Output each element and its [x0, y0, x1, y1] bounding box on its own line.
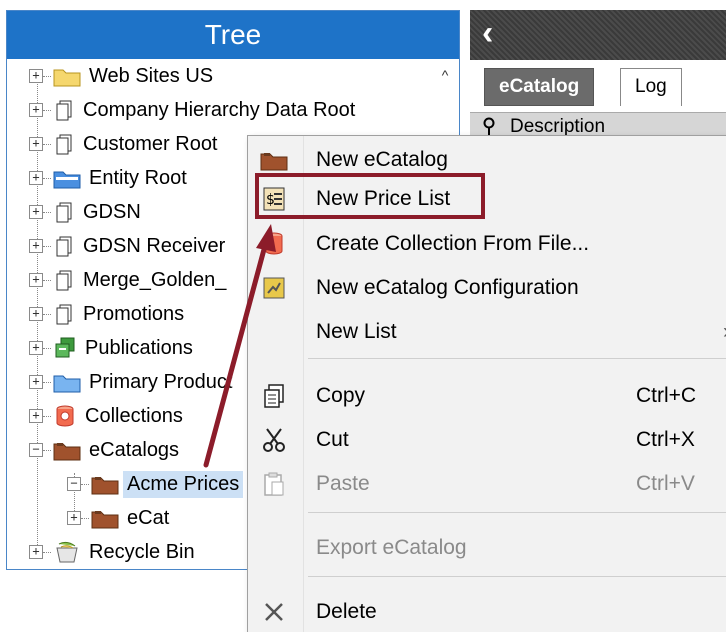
tab-strip: eCatalog Log — [470, 60, 726, 112]
hierarchy-root-icon — [53, 200, 75, 224]
menu-item-export-ecatalog: Export eCatalog — [248, 528, 726, 568]
menu-item-label: New eCatalog Configuration — [316, 276, 579, 299]
copy-icon — [260, 382, 288, 410]
menu-item-cut[interactable]: Cut Ctrl+X — [248, 420, 726, 460]
menu-item-shortcut: Ctrl+V — [636, 472, 695, 495]
tree-item-label: Promotions — [83, 302, 185, 325]
tree-item-customer-root[interactable]: + Customer Root — [29, 127, 222, 161]
collapse-icon[interactable]: − — [29, 443, 43, 457]
collapse-icon[interactable]: − — [67, 477, 81, 491]
tree-item-merge-golden[interactable]: + Merge_Golden_ — [29, 263, 230, 297]
menu-item-paste: Paste Ctrl+V — [248, 464, 726, 504]
details-header: ‹ — [470, 10, 726, 60]
highlight-box — [255, 173, 485, 219]
tree-item-label: GDSN Receiver — [83, 234, 226, 257]
tree-item-label: GDSN — [83, 200, 141, 223]
configuration-icon — [260, 274, 288, 302]
blue-folder-icon — [53, 370, 81, 394]
tree-item-label: eCatalogs — [89, 438, 180, 461]
collections-icon — [53, 404, 77, 428]
tree-item-label: Company Hierarchy Data Root — [83, 98, 356, 121]
tab-log[interactable]: Log — [620, 68, 682, 106]
expand-icon[interactable]: + — [29, 205, 43, 219]
expand-icon[interactable]: + — [29, 545, 43, 559]
tree-item-entity-root[interactable]: + Entity Root — [29, 161, 191, 195]
expand-icon[interactable]: + — [29, 341, 43, 355]
tree-item-acme-prices[interactable]: − Acme Prices — [67, 467, 244, 501]
menu-item-label: Paste — [316, 472, 370, 495]
ecatalog-folder-icon — [53, 438, 81, 462]
expand-icon[interactable]: + — [29, 137, 43, 151]
tree-item-web-sites-us[interactable]: + Web Sites US — [29, 59, 217, 93]
expand-icon[interactable]: + — [29, 103, 43, 117]
expand-icon[interactable]: + — [29, 409, 43, 423]
tree-item-label: Web Sites US — [89, 64, 214, 87]
expand-icon[interactable]: + — [29, 375, 43, 389]
menu-item-new-ecatalog-configuration[interactable]: New eCatalog Configuration — [248, 268, 726, 308]
delete-icon — [260, 598, 288, 626]
menu-item-label: New List — [316, 320, 397, 343]
tree-item-publications[interactable]: + Publications — [29, 331, 197, 365]
tree-item-gdsn-receiver[interactable]: + GDSN Receiver — [29, 229, 229, 263]
blue-folder-icon — [53, 166, 81, 190]
yellow-folder-icon — [53, 64, 81, 88]
hierarchy-root-icon — [53, 268, 75, 292]
tree-item-ecat[interactable]: + eCat — [67, 501, 173, 535]
ecatalog-folder-icon — [260, 146, 288, 174]
tree-item-ecatalogs[interactable]: − eCatalogs — [29, 433, 183, 467]
menu-item-shortcut: Ctrl+X — [636, 428, 695, 451]
recycle-bin-icon — [53, 540, 81, 564]
ecatalog-folder-icon — [91, 506, 119, 530]
tree-item-label: Publications — [85, 336, 193, 359]
collection-db-icon — [260, 230, 288, 258]
back-chevron-icon[interactable]: ‹ — [482, 16, 493, 50]
menu-item-label: Copy — [316, 384, 366, 407]
menu-item-label: Create Collection From File... — [316, 232, 590, 255]
tree-item-label: eCat — [127, 506, 170, 529]
tree-item-label: Primary Product — [89, 370, 233, 393]
menu-item-delete[interactable]: Delete — [248, 592, 726, 632]
expand-icon[interactable]: + — [29, 171, 43, 185]
context-menu: New eCatalog $ New Price List Create Col… — [247, 135, 726, 632]
tree-item-primary-product[interactable]: + Primary Product — [29, 365, 236, 399]
menu-separator — [308, 576, 726, 577]
tree-item-label: Collections — [85, 404, 183, 427]
tab-ecatalog[interactable]: eCatalog — [484, 68, 595, 106]
expand-icon[interactable]: + — [29, 239, 43, 253]
menu-separator — [308, 512, 726, 513]
hierarchy-root-icon — [53, 302, 75, 326]
menu-item-label: Delete — [316, 600, 377, 623]
paste-icon — [260, 470, 288, 498]
tree-item-label: Customer Root — [83, 132, 218, 155]
tree-title: Tree — [7, 11, 459, 59]
menu-item-label: New eCatalog — [316, 148, 448, 171]
expand-icon[interactable]: + — [29, 273, 43, 287]
hierarchy-root-icon — [53, 98, 75, 122]
tree-item-gdsn[interactable]: + GDSN — [29, 195, 145, 229]
expand-icon[interactable]: + — [29, 307, 43, 321]
menu-item-copy[interactable]: Copy Ctrl+C — [248, 376, 726, 416]
tree-item-collections[interactable]: + Collections — [29, 399, 187, 433]
tree-item-label: Entity Root — [89, 166, 187, 189]
hierarchy-root-icon — [53, 234, 75, 258]
expand-icon[interactable]: + — [67, 511, 81, 525]
publications-icon — [53, 336, 77, 360]
menu-item-label: Cut — [316, 428, 349, 451]
cut-icon — [260, 426, 288, 454]
tree-item-label: Merge_Golden_ — [83, 268, 227, 291]
menu-item-new-list[interactable]: New List › — [248, 312, 726, 352]
menu-item-create-collection[interactable]: Create Collection From File... — [248, 224, 726, 264]
ecatalog-folder-icon — [91, 472, 119, 496]
tree-item-label: Acme Prices — [123, 470, 244, 498]
tree-item-recycle-bin[interactable]: + Recycle Bin — [29, 535, 199, 569]
pin-icon — [483, 117, 495, 136]
expand-icon[interactable]: + — [29, 69, 43, 83]
tree-item-company-hierarchy[interactable]: + Company Hierarchy Data Root — [29, 93, 359, 127]
tree-item-promotions[interactable]: + Promotions — [29, 297, 188, 331]
hierarchy-root-icon — [53, 132, 75, 156]
menu-separator — [308, 358, 726, 359]
menu-item-shortcut: Ctrl+C — [636, 384, 697, 407]
tree-item-label: Recycle Bin — [89, 540, 195, 563]
menu-item-label: Export eCatalog — [316, 536, 467, 559]
